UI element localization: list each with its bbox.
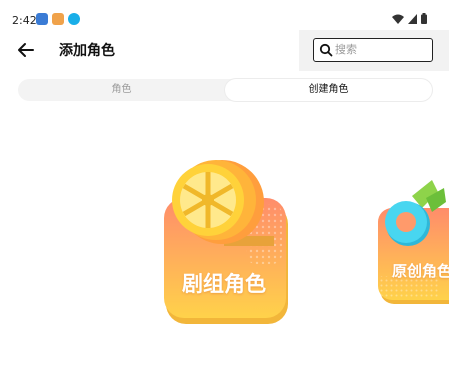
back-button[interactable]: [14, 38, 38, 62]
original-role-card[interactable]: 原创角色: [374, 178, 449, 308]
battery-icon: [421, 13, 427, 24]
original-role-label: 原创角色: [392, 262, 449, 280]
mail-icon: [36, 13, 48, 25]
search-input[interactable]: [335, 41, 425, 58]
crew-role-label: 剧组角色: [182, 272, 266, 296]
status-indicators: [392, 13, 427, 24]
segmented-tabs: 角色 创建角色: [18, 79, 432, 101]
download-icon: [68, 13, 80, 25]
arrow-left-icon: [18, 43, 34, 57]
film-reel-icon: [172, 160, 274, 246]
signal-icon: [408, 13, 417, 24]
crew-role-card[interactable]: 剧组角色: [158, 158, 293, 328]
page-title: 添加角色: [59, 43, 115, 59]
ring-icon: [385, 180, 446, 246]
game-icon: [52, 13, 64, 25]
tab-roles[interactable]: 角色: [18, 79, 225, 101]
search-panel: [299, 30, 449, 71]
search-box[interactable]: [313, 38, 433, 62]
wifi-icon: [392, 14, 404, 24]
search-icon: [319, 43, 333, 57]
tab-create-role[interactable]: 创建角色: [225, 79, 432, 101]
status-time: 2:42: [12, 14, 37, 27]
